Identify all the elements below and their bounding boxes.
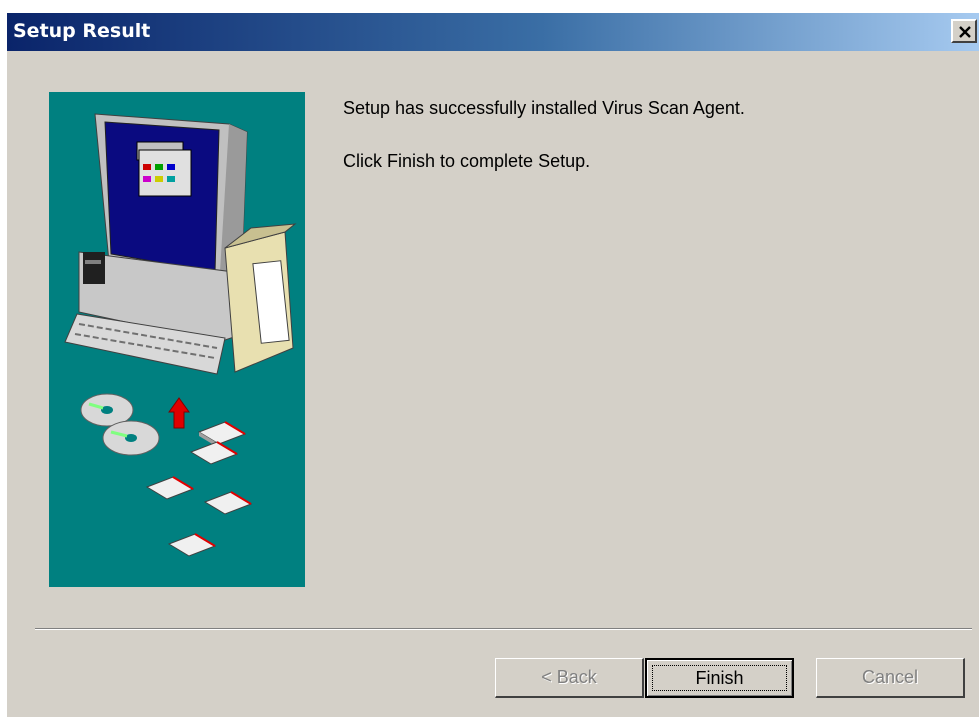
window-title: Setup Result bbox=[13, 20, 151, 42]
cd-icon bbox=[80, 393, 160, 456]
finish-button[interactable]: Finish bbox=[645, 658, 794, 698]
back-button-label: < Back bbox=[541, 667, 597, 687]
cancel-button[interactable]: Cancel bbox=[816, 658, 965, 698]
title-bar[interactable]: Setup Result bbox=[7, 13, 979, 51]
red-arrow-icon bbox=[168, 397, 190, 429]
close-icon bbox=[959, 26, 971, 38]
floppy-disk-icon bbox=[145, 421, 253, 557]
back-button[interactable]: < Back bbox=[495, 658, 644, 698]
computer-illustration bbox=[64, 113, 297, 375]
finish-button-label: Finish bbox=[695, 668, 744, 688]
close-button[interactable] bbox=[951, 19, 977, 43]
success-message: Setup has successfully installed Virus S… bbox=[343, 98, 745, 118]
setup-result-dialog: Setup Result Setup has successfully inst… bbox=[6, 12, 979, 717]
footer-divider bbox=[35, 628, 972, 630]
cancel-button-label: Cancel bbox=[861, 667, 919, 687]
instruction-message: Click Finish to complete Setup. bbox=[343, 151, 591, 171]
setup-illustration bbox=[49, 92, 305, 587]
